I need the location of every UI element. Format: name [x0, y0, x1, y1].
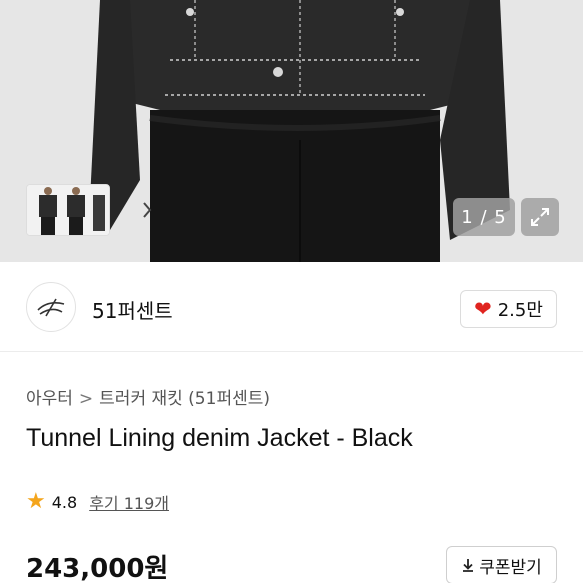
thumbnail-image[interactable] [26, 184, 110, 236]
brand-logo-mark [37, 298, 65, 317]
expand-icon [531, 208, 549, 226]
review-link[interactable]: 후기 119개 [89, 490, 169, 514]
star-icon: ★ [26, 489, 46, 514]
breadcrumb: 아우터 > 트러커 재킷 (51퍼센트) [26, 384, 270, 409]
coupon-label: 쿠폰받기 [479, 557, 542, 578]
chevron-right-icon[interactable] [134, 184, 160, 236]
download-icon [463, 559, 474, 572]
breadcrumb-separator: > [78, 389, 94, 409]
brand-logo[interactable] [26, 282, 76, 332]
breadcrumb-item-outer[interactable]: 아우터 [26, 389, 73, 409]
expand-button[interactable] [521, 198, 559, 236]
product-image-gallery[interactable]: 1 / 5 [0, 0, 583, 262]
rating-value: 4.8 [51, 492, 78, 512]
heart-icon: ❤ [474, 296, 492, 321]
like-button[interactable]: ❤ 2.5만 [460, 290, 557, 328]
thumbnail-photo [27, 185, 109, 235]
product-title: Tunnel Lining denim Jacket - Black [26, 424, 413, 452]
brand-name[interactable]: 51퍼센트 [92, 295, 173, 324]
thumbnail-strip[interactable] [26, 184, 152, 236]
product-price: 243,000원 [26, 554, 169, 583]
breadcrumb-item-category[interactable]: 트러커 재킷 (51퍼센트) [99, 389, 270, 409]
image-counter: 1 / 5 [453, 198, 515, 236]
like-count: 2.5만 [497, 300, 543, 321]
brand-row: 51퍼센트 ❤ 2.5만 [0, 262, 583, 352]
coupon-button[interactable]: 쿠폰받기 [446, 546, 557, 583]
rating-row: ★ 4.8 후기 119개 [26, 490, 169, 514]
